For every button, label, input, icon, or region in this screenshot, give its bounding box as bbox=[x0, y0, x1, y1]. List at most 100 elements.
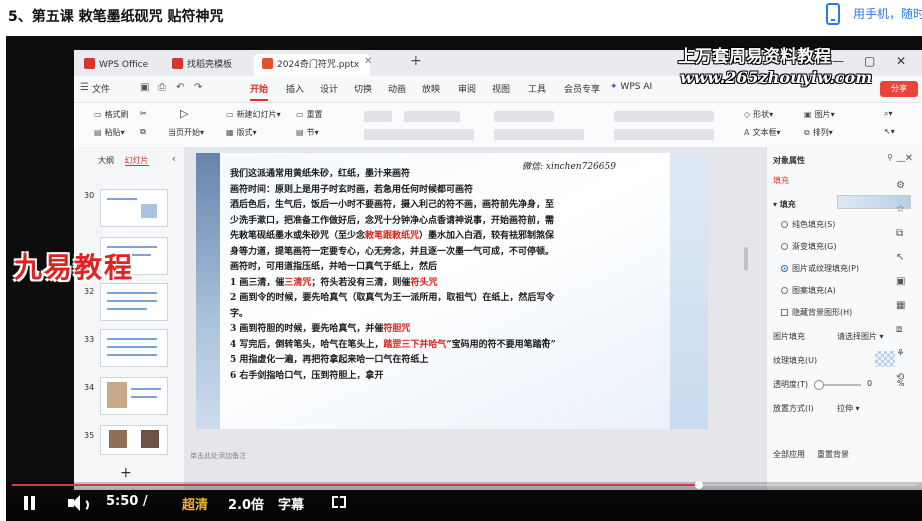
menu-file[interactable]: 文件 bbox=[92, 82, 110, 95]
section-button[interactable]: ▤ 节▾ bbox=[296, 127, 319, 138]
fill-section-label[interactable]: ▾ 填充 bbox=[773, 199, 796, 210]
slide-canvas[interactable]: 微信: xinchen726659 我们这派通常用黄纸朱砂，红纸，墨汁来画符 画符… bbox=[184, 147, 766, 490]
tab-close-icon[interactable]: ✕ bbox=[364, 56, 372, 67]
volume-button[interactable] bbox=[68, 494, 90, 512]
canvas-scrollbar[interactable] bbox=[744, 247, 748, 271]
find-icon[interactable]: ⌕▾ bbox=[884, 109, 893, 119]
sidebar-table-icon[interactable]: ▦ bbox=[896, 300, 905, 311]
progress-knob[interactable] bbox=[695, 481, 704, 489]
placement-select[interactable]: 拉伸 ▾ bbox=[837, 403, 860, 414]
menu-home[interactable]: 开始 bbox=[250, 82, 269, 101]
alignment-buttons-bottom[interactable] bbox=[614, 129, 714, 140]
new-slide-icon: ▭ bbox=[226, 110, 234, 119]
paste-button[interactable]: ▤ 粘贴▾ bbox=[94, 127, 125, 138]
tab-templates[interactable]: 找稻壳模板 bbox=[164, 54, 252, 76]
layout-button[interactable]: ▦ 版式▾ bbox=[226, 127, 257, 138]
window-minimize-icon[interactable]: — bbox=[832, 54, 844, 68]
video-player[interactable]: WPS Office 找稻壳模板 2024奇门符咒.pptx ✕ + ▭ — ▢… bbox=[6, 36, 922, 521]
copy-icon[interactable]: ⧉ bbox=[140, 127, 146, 137]
window-close-icon[interactable]: ✕ bbox=[896, 54, 906, 68]
sidebar-copy-icon[interactable]: ⧉ bbox=[896, 228, 903, 239]
sidebar-history-icon[interactable]: ⟲ bbox=[896, 372, 904, 383]
slide-thumb[interactable] bbox=[100, 425, 168, 455]
sidebar-star-icon[interactable]: ☆ bbox=[896, 204, 905, 215]
save-icon[interactable]: ▣ bbox=[140, 82, 149, 93]
add-slide-button[interactable]: + bbox=[120, 465, 132, 481]
tab-outline[interactable]: 大纲 bbox=[98, 156, 114, 165]
reset-button[interactable]: ▭ 重置 bbox=[296, 109, 323, 120]
paragraph-buttons-bottom[interactable] bbox=[494, 129, 584, 140]
reset-background-button[interactable]: 重置背景 bbox=[817, 449, 849, 460]
hide-bg-checkbox[interactable]: 隐藏背景图形(H) bbox=[781, 307, 852, 318]
slide-thumb[interactable] bbox=[100, 283, 168, 321]
new-tab-button[interactable]: + bbox=[410, 53, 422, 69]
quality-button[interactable]: 超清 bbox=[182, 494, 208, 513]
menu-slideshow[interactable]: 放映 bbox=[422, 82, 440, 95]
tab-fill[interactable]: 填充 bbox=[773, 175, 789, 186]
menu-member[interactable]: 会员专享 bbox=[564, 82, 600, 95]
sidebar-box-icon[interactable]: ▣ bbox=[896, 276, 905, 287]
image-button[interactable]: ▣ 图片▾ bbox=[804, 109, 835, 120]
menu-view[interactable]: 视图 bbox=[492, 82, 510, 95]
paragraph-buttons-top[interactable] bbox=[494, 111, 554, 122]
arrange-button[interactable]: ⧉ 排列▾ bbox=[804, 127, 833, 138]
slide-thumb[interactable] bbox=[100, 377, 168, 415]
window-maximize-icon[interactable]: ▢ bbox=[864, 54, 875, 68]
alignment-buttons-top[interactable] bbox=[614, 111, 714, 122]
print-icon[interactable]: ⎙ bbox=[158, 82, 166, 93]
radio-solid-fill[interactable]: 纯色填充(S) bbox=[781, 219, 835, 230]
new-slide-button[interactable]: ▭ 新建幻灯片▾ bbox=[226, 109, 281, 120]
notes-area[interactable]: 单击此处添加备注 bbox=[184, 451, 766, 465]
sidebar-tree-icon[interactable]: ⚘ bbox=[896, 348, 905, 359]
radio-gradient-fill[interactable]: 渐变填充(G) bbox=[781, 241, 836, 252]
phone-link[interactable]: 用手机，随时 bbox=[853, 5, 922, 22]
radio-pattern-fill[interactable]: 图案填充(A) bbox=[781, 285, 836, 296]
radio-picture-fill[interactable]: 图片或纹理填充(P) bbox=[781, 263, 859, 274]
hamburger-icon[interactable]: ☰ bbox=[80, 82, 89, 93]
picture-fill-select[interactable]: 请选择图片 ▾ bbox=[837, 331, 884, 342]
transparency-slider-knob[interactable] bbox=[814, 380, 824, 390]
pin-icon[interactable]: ⚲ bbox=[887, 153, 893, 162]
pause-button[interactable] bbox=[24, 496, 36, 510]
fullscreen-button[interactable] bbox=[332, 496, 346, 508]
select-icon[interactable]: ↖▾ bbox=[884, 127, 895, 136]
font-size-dropdown[interactable] bbox=[404, 111, 460, 122]
slide-thumb[interactable] bbox=[100, 329, 168, 367]
redo-icon[interactable]: ↷ bbox=[194, 82, 202, 93]
slideshow-play-icon[interactable]: ▷ bbox=[180, 107, 188, 120]
from-current-button[interactable]: 当页开始▾ bbox=[168, 127, 204, 138]
tab-document[interactable]: 2024奇门符咒.pptx bbox=[254, 54, 370, 76]
speed-button[interactable]: 2.0倍 bbox=[228, 494, 264, 513]
slide-text-line: 3 画到符胆的时候，要先哈真气，并催符胆咒 bbox=[230, 324, 411, 334]
cut-icon[interactable]: ✂ bbox=[140, 109, 147, 118]
share-button[interactable]: 分享 bbox=[880, 81, 918, 97]
collapse-panel-icon[interactable]: ‹ bbox=[172, 152, 176, 165]
menu-tools[interactable]: 工具 bbox=[528, 82, 546, 95]
sidebar-cursor-icon[interactable]: ↖ bbox=[896, 252, 904, 263]
menu-animation[interactable]: 动画 bbox=[388, 82, 406, 95]
font-name-dropdown[interactable] bbox=[364, 111, 392, 122]
apply-all-button[interactable]: 全部应用 bbox=[773, 449, 805, 460]
slide-text-line: 5 用指虚化一遍，再把符拿起来哈一口气在符纸上 bbox=[230, 355, 429, 365]
font-style-buttons[interactable] bbox=[364, 129, 474, 140]
menu-wps-ai[interactable]: ✦ WPS AI bbox=[610, 82, 652, 92]
subtitle-button[interactable]: 字幕 bbox=[278, 494, 304, 513]
menu-design[interactable]: 设计 bbox=[320, 82, 338, 95]
texture-picker[interactable] bbox=[875, 351, 895, 367]
slide-thumb[interactable] bbox=[100, 189, 168, 227]
current-slide[interactable]: 微信: xinchen726659 我们这派通常用黄纸朱砂，红纸，墨汁来画符 画符… bbox=[196, 153, 708, 429]
transparency-value[interactable]: 0 bbox=[867, 379, 872, 388]
menu-review[interactable]: 审阅 bbox=[458, 82, 476, 95]
undo-icon[interactable]: ↶ bbox=[176, 82, 184, 93]
menu-insert[interactable]: 插入 bbox=[286, 82, 304, 95]
format-painter-button[interactable]: ▭ 格式刷 bbox=[94, 109, 129, 120]
menu-transition[interactable]: 切换 bbox=[354, 82, 372, 95]
sidebar-layers-icon[interactable]: ⧈ bbox=[896, 324, 902, 335]
textbox-button[interactable]: A 文本框▾ bbox=[744, 127, 781, 138]
phone-icon[interactable] bbox=[826, 3, 840, 25]
sidebar-minus-icon[interactable]: — bbox=[896, 156, 906, 167]
shape-button[interactable]: ◇ 形状▾ bbox=[744, 109, 773, 120]
tab-wps-office[interactable]: WPS Office bbox=[76, 54, 162, 76]
tab-slides[interactable]: 幻灯片 bbox=[124, 156, 149, 166]
sidebar-adjust-icon[interactable]: ⚙ bbox=[896, 180, 905, 191]
